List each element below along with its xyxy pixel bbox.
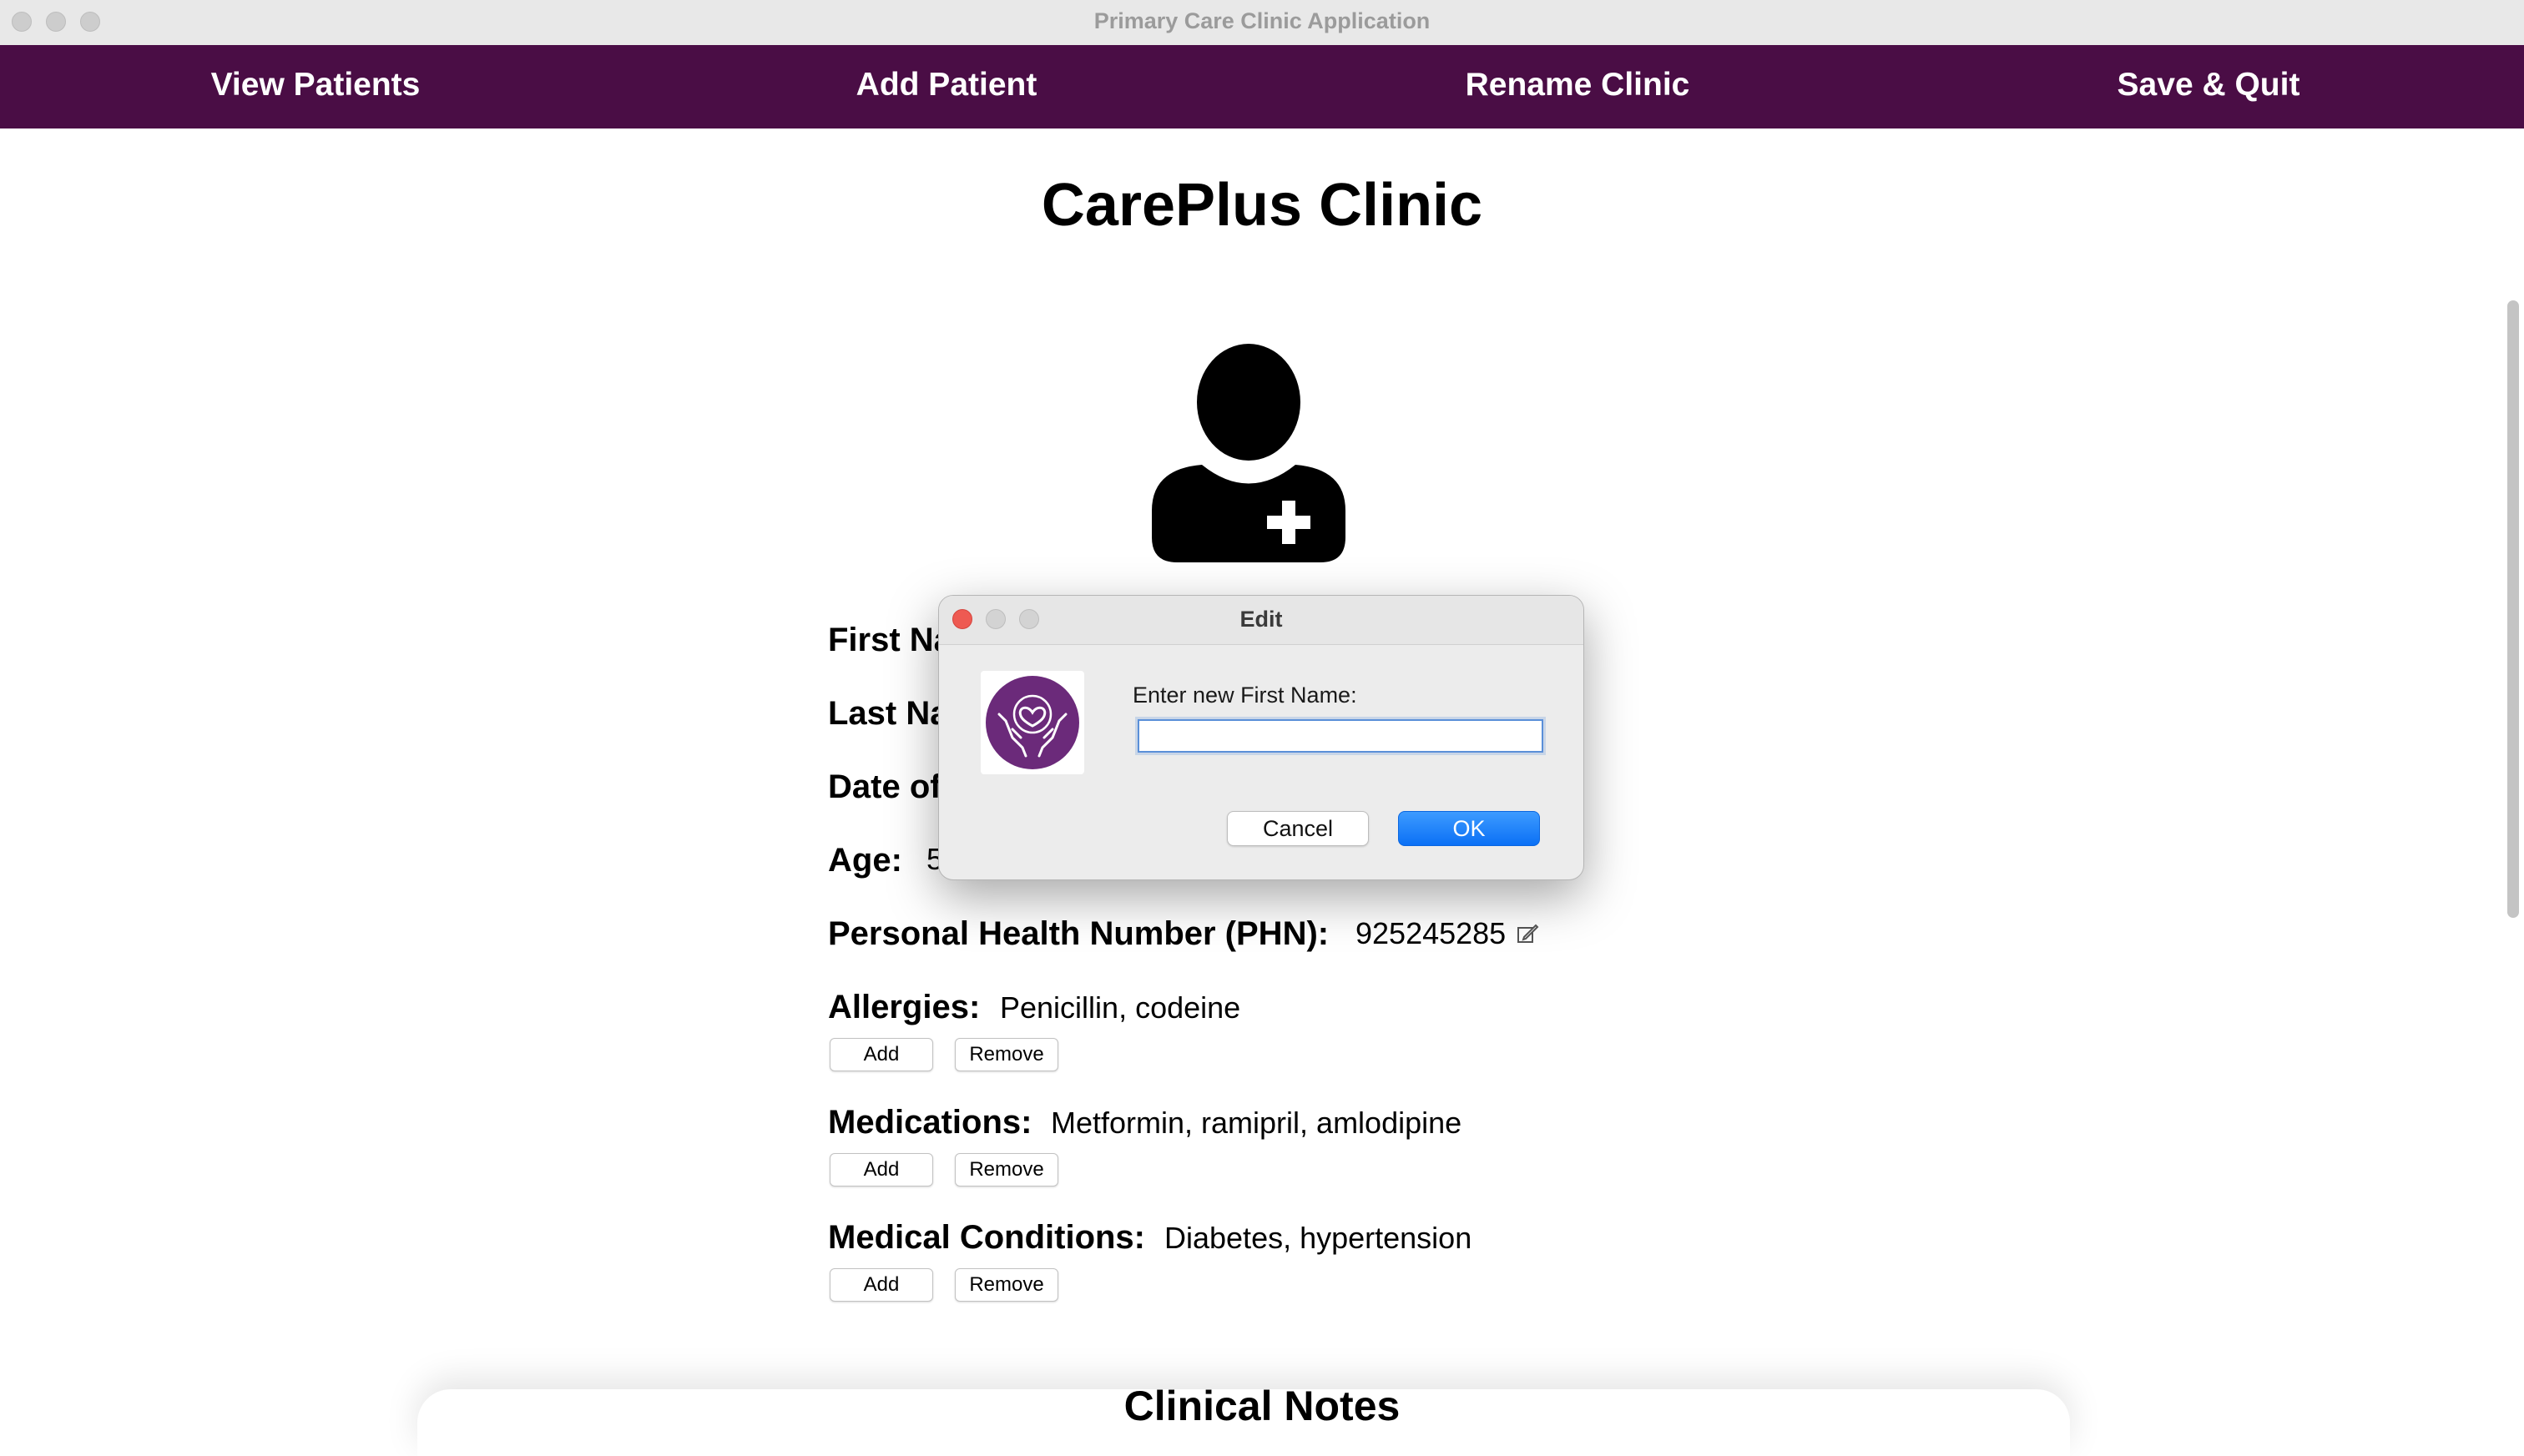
allergies-value: Penicillin, codeine (1000, 990, 1241, 1025)
first-name-label: First Na (828, 622, 952, 658)
nav-rename-clinic[interactable]: Rename Clinic (1262, 45, 1893, 128)
scrollbar-thumb[interactable] (2507, 300, 2519, 918)
edit-pencil-icon[interactable] (1516, 922, 1539, 945)
cancel-button[interactable]: Cancel (1227, 811, 1369, 846)
medications-add-button[interactable]: Add (830, 1153, 933, 1186)
medications-label: Medications: (828, 1104, 1032, 1141)
edit-dialog: Edit Enter new First Name: Cancel OK (938, 595, 1584, 880)
nav-view-patients[interactable]: View Patients (0, 45, 631, 128)
age-label: Age: (828, 842, 902, 879)
conditions-label: Medical Conditions: (828, 1219, 1145, 1256)
first-name-input[interactable] (1138, 719, 1543, 753)
window-titlebar: Primary Care Clinic Application (0, 0, 2524, 46)
conditions-remove-button[interactable]: Remove (955, 1268, 1058, 1302)
nav-save-quit[interactable]: Save & Quit (1893, 45, 2524, 128)
main-nav: View Patients Add Patient Rename Clinic … (0, 45, 2524, 128)
phn-value: 925245285 (1355, 916, 1507, 950)
nav-add-patient[interactable]: Add Patient (631, 45, 1262, 128)
clinic-title: CarePlus Clinic (1041, 172, 1483, 239)
allergies-label: Allergies: (828, 989, 981, 1025)
allergies-add-button[interactable]: Add (830, 1038, 933, 1071)
medications-remove-button[interactable]: Remove (955, 1153, 1058, 1186)
conditions-add-button[interactable]: Add (830, 1268, 933, 1302)
dialog-titlebar: Edit (939, 596, 1583, 645)
user-plus-icon (1152, 344, 1345, 562)
last-name-label: Last Na (828, 695, 949, 732)
dob-label: Date of (828, 768, 941, 805)
dialog-prompt: Enter new First Name: (1133, 683, 1357, 708)
clinical-notes-title: Clinical Notes (1123, 1383, 1401, 1429)
window-title: Primary Care Clinic Application (1093, 8, 1431, 33)
medications-value: Metformin, ramipril, amlodipine (1051, 1106, 1462, 1140)
dialog-title: Edit (1239, 607, 1283, 632)
phn-label: Personal Health Number (PHN): (828, 915, 1330, 952)
conditions-value: Diabetes, hypertension (1164, 1221, 1472, 1255)
ok-button[interactable]: OK (1398, 811, 1540, 846)
heart-hands-logo-icon (981, 671, 1084, 774)
allergies-remove-button[interactable]: Remove (955, 1038, 1058, 1071)
